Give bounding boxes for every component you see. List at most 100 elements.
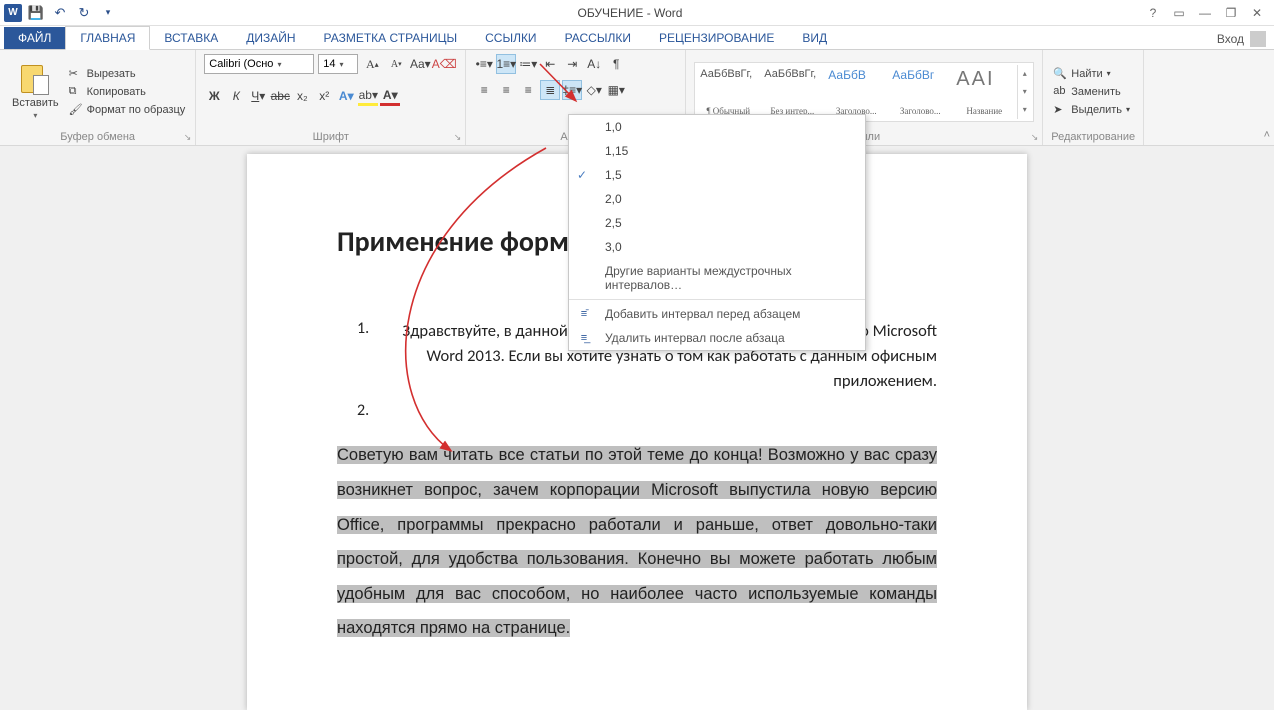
shading-icon[interactable]: ◇▾: [584, 80, 604, 100]
group-font: Calibri (Осно▾ 14▾ A▴ A▾ Aa▾ A⌫ Ж К Ч▾ a…: [196, 50, 466, 145]
up-icon[interactable]: ▴: [1018, 65, 1031, 83]
tab-mailings[interactable]: РАССЫЛКИ: [551, 27, 645, 49]
tab-references[interactable]: ССЫЛКИ: [471, 27, 550, 49]
style-heading2[interactable]: АаБбВгЗаголово...: [889, 65, 951, 119]
spacing-option[interactable]: 1,0: [569, 115, 865, 139]
search-icon: 🔍: [1053, 67, 1067, 81]
chevron-down-icon: ▾: [277, 60, 281, 69]
strikethrough-button[interactable]: abc: [270, 86, 290, 106]
font-name-combo[interactable]: Calibri (Осно▾: [204, 54, 314, 74]
spacing-option[interactable]: ✓1,5: [569, 163, 865, 187]
multilevel-icon[interactable]: ≔▾: [518, 54, 538, 74]
decrease-indent-icon[interactable]: ⇤: [540, 54, 560, 74]
style-nospacing[interactable]: АаБбВвГг,Без интер...: [761, 65, 823, 119]
tab-review[interactable]: РЕЦЕНЗИРОВАНИЕ: [645, 27, 788, 49]
replace-icon: ab: [1053, 85, 1067, 99]
chevron-down-icon: ▾: [340, 60, 344, 69]
ribbon-options-icon[interactable]: ▭: [1168, 4, 1190, 22]
tab-view[interactable]: ВИД: [788, 27, 841, 49]
more-spacing-options[interactable]: Другие варианты междустрочных интервалов…: [569, 259, 865, 297]
justify-icon[interactable]: ≣: [540, 80, 560, 100]
tab-home[interactable]: ГЛАВНАЯ: [65, 26, 150, 50]
numbering-icon[interactable]: 1≡▾: [496, 54, 516, 74]
minimize-icon[interactable]: —: [1194, 4, 1216, 22]
collapse-ribbon-icon[interactable]: ˄: [1260, 125, 1274, 145]
change-case-icon[interactable]: Aa▾: [410, 54, 430, 74]
group-editing-label: Редактирование: [1051, 129, 1135, 143]
add-space-before[interactable]: ≡̄Добавить интервал перед абзацем: [569, 302, 865, 326]
launcher-icon[interactable]: ↘: [184, 132, 192, 143]
restore-icon[interactable]: ❐: [1220, 4, 1242, 22]
sign-in-label: Вход: [1217, 32, 1244, 46]
brush-icon: 🖌: [69, 103, 83, 117]
italic-button[interactable]: К: [226, 86, 246, 106]
spacing-option[interactable]: 3,0: [569, 235, 865, 259]
bold-button[interactable]: Ж: [204, 86, 224, 106]
tab-insert[interactable]: ВСТАВКА: [150, 27, 232, 49]
group-font-label: Шрифт↘: [204, 129, 457, 143]
window-title: ОБУЧЕНИЕ - Word: [118, 6, 1142, 20]
borders-icon[interactable]: ▦▾: [606, 80, 626, 100]
ribbon-tabs: ФАЙЛ ГЛАВНАЯ ВСТАВКА ДИЗАЙН РАЗМЕТКА СТР…: [0, 26, 1274, 50]
tab-file[interactable]: ФАЙЛ: [4, 27, 65, 49]
text-effects-icon[interactable]: A▾: [336, 86, 356, 106]
format-painter-button[interactable]: 🖌Формат по образцу: [67, 102, 188, 118]
line-spacing-menu: 1,0 1,15 ✓1,5 2,0 2,5 3,0 Другие вариант…: [568, 114, 866, 351]
show-marks-icon[interactable]: ¶: [606, 54, 626, 74]
help-icon[interactable]: ?: [1142, 4, 1164, 22]
select-button[interactable]: ➤Выделить ▾: [1051, 102, 1132, 118]
highlight-icon[interactable]: ab▾: [358, 86, 378, 106]
bullets-icon[interactable]: •≡▾: [474, 54, 494, 74]
scissors-icon: ✂: [69, 67, 83, 81]
align-center-icon[interactable]: ≡: [496, 80, 516, 100]
avatar-icon: [1250, 31, 1266, 47]
style-normal[interactable]: АаБбВвГг,¶ Обычный: [697, 65, 759, 119]
styles-gallery[interactable]: АаБбВвГг,¶ Обычный АаБбВвГг,Без интер...…: [694, 62, 1034, 122]
align-left-icon[interactable]: ≡: [474, 80, 494, 100]
paste-button[interactable]: Вставить ▾: [8, 61, 63, 122]
spacing-option[interactable]: 2,5: [569, 211, 865, 235]
more-icon[interactable]: ▾: [1018, 101, 1031, 119]
subscript-button[interactable]: x₂: [292, 86, 312, 106]
tab-layout[interactable]: РАЗМЕТКА СТРАНИЦЫ: [310, 27, 472, 49]
line-spacing-icon[interactable]: ‡≡▾: [562, 80, 582, 100]
clear-format-icon[interactable]: A⌫: [434, 54, 454, 74]
gallery-scroll[interactable]: ▴▾▾: [1017, 65, 1031, 119]
add-space-icon: ≡̄: [577, 307, 591, 321]
font-color-icon[interactable]: A▾: [380, 86, 400, 106]
grow-font-icon[interactable]: A▴: [362, 54, 382, 74]
title-bar: W 💾 ↶ ↻ ▾ ОБУЧЕНИЕ - Word ? ▭ — ❐ ✕: [0, 0, 1274, 26]
launcher-icon[interactable]: ↘: [454, 132, 462, 143]
shrink-font-icon[interactable]: A▾: [386, 54, 406, 74]
qat-customize-icon[interactable]: ▾: [98, 3, 118, 23]
qat-redo-icon[interactable]: ↻: [74, 3, 94, 23]
style-heading1[interactable]: АаБбВЗаголово...: [825, 65, 887, 119]
align-right-icon[interactable]: ≡: [518, 80, 538, 100]
replace-button[interactable]: abЗаменить: [1051, 84, 1132, 100]
remove-space-after[interactable]: ≡̲Удалить интервал после абзаца: [569, 326, 865, 350]
style-title[interactable]: ААІНазвание: [953, 65, 1015, 119]
group-clipboard: Вставить ▾ ✂Вырезать ⧉Копировать 🖌Формат…: [0, 50, 196, 145]
close-icon[interactable]: ✕: [1246, 4, 1268, 22]
sort-icon[interactable]: A↓: [584, 54, 604, 74]
qat-undo-icon[interactable]: ↶: [50, 3, 70, 23]
font-size-combo[interactable]: 14▾: [318, 54, 358, 74]
highlighted-text: Советую вам читать все статьи по этой те…: [337, 446, 937, 637]
word-app-icon: W: [4, 4, 22, 22]
sign-in[interactable]: Вход: [1209, 29, 1274, 49]
list-number: 1.: [337, 319, 387, 393]
copy-button[interactable]: ⧉Копировать: [67, 84, 188, 100]
spacing-option[interactable]: 2,0: [569, 187, 865, 211]
underline-button[interactable]: Ч▾: [248, 86, 268, 106]
spacing-option[interactable]: 1,15: [569, 139, 865, 163]
find-button[interactable]: 🔍Найти ▾: [1051, 66, 1132, 82]
superscript-button[interactable]: x²: [314, 86, 334, 106]
tab-design[interactable]: ДИЗАЙН: [232, 27, 309, 49]
increase-indent-icon[interactable]: ⇥: [562, 54, 582, 74]
check-icon: ✓: [577, 168, 587, 182]
qat-save-icon[interactable]: 💾: [26, 3, 46, 23]
list-item: 2.: [337, 401, 937, 420]
cut-button[interactable]: ✂Вырезать: [67, 66, 188, 82]
down-icon[interactable]: ▾: [1018, 83, 1031, 101]
launcher-icon[interactable]: ↘: [1031, 132, 1039, 143]
